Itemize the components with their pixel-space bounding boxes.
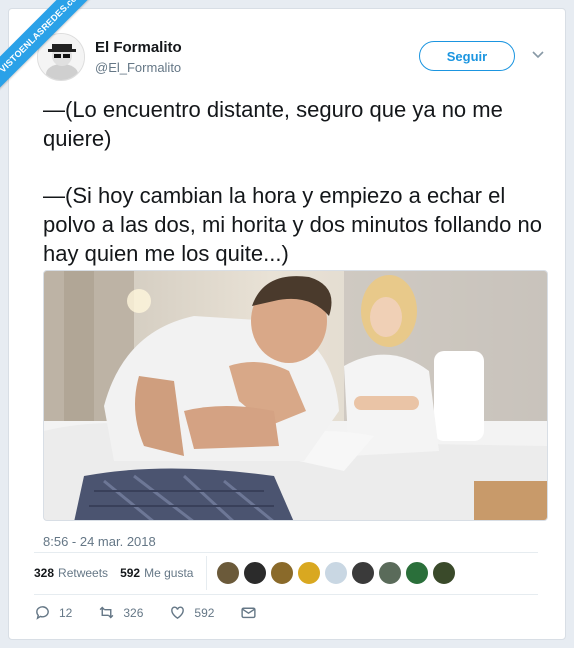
likes-label: Me gusta — [144, 566, 194, 580]
liker-avatar[interactable] — [378, 561, 402, 585]
stats-separator — [206, 556, 207, 590]
message-button[interactable] — [240, 604, 257, 621]
divider — [34, 594, 538, 595]
retweets-label: Retweets — [58, 566, 109, 580]
tweet-photo[interactable] — [43, 270, 548, 521]
liker-avatar[interactable] — [405, 561, 429, 585]
likes-stat[interactable]: 592 Me gusta — [120, 566, 193, 580]
liker-avatar[interactable] — [270, 561, 294, 585]
heart-icon — [171, 606, 185, 620]
like-count: 592 — [194, 605, 215, 620]
tweet-card: El Formalito @El_Formalito Seguir —(Lo e… — [8, 8, 566, 640]
liker-avatar[interactable] — [297, 561, 321, 585]
reply-icon — [36, 606, 49, 620]
reply-button[interactable]: 12 — [34, 604, 72, 621]
liker-avatar[interactable] — [432, 561, 456, 585]
chevron-down-icon[interactable] — [531, 47, 545, 61]
envelope-icon — [241, 607, 257, 619]
action-bar: 12 326 592 — [34, 604, 283, 621]
retweets-stat[interactable]: 328 Retweets — [34, 566, 108, 580]
like-button[interactable]: 592 — [169, 604, 214, 621]
tweet-stats: 328 Retweets 592 Me gusta — [34, 566, 193, 580]
retweet-button[interactable]: 326 — [98, 604, 143, 621]
reply-count: 12 — [59, 605, 73, 620]
follow-button[interactable]: Seguir — [419, 41, 515, 71]
retweets-count: 328 — [34, 566, 55, 580]
user-name[interactable]: El Formalito — [95, 39, 182, 56]
tweet-text: —(Lo encuentro distante, seguro que ya n… — [43, 95, 553, 268]
timestamp[interactable]: 8:56 - 24 mar. 2018 — [43, 534, 156, 549]
user-handle[interactable]: @El_Formalito — [95, 60, 181, 75]
retweet-icon — [99, 606, 114, 619]
liker-avatars — [216, 561, 456, 585]
liker-avatar[interactable] — [243, 561, 267, 585]
tweet-paragraph: —(Lo encuentro distante, seguro que ya n… — [43, 97, 503, 151]
divider — [34, 552, 538, 553]
retweet-count: 326 — [123, 605, 144, 620]
liker-avatar[interactable] — [324, 561, 348, 585]
tweet-paragraph: —(Si hoy cambian la hora y empiezo a ech… — [43, 183, 542, 266]
liker-avatar[interactable] — [216, 561, 240, 585]
liker-avatar[interactable] — [351, 561, 375, 585]
likes-count: 592 — [120, 566, 141, 580]
